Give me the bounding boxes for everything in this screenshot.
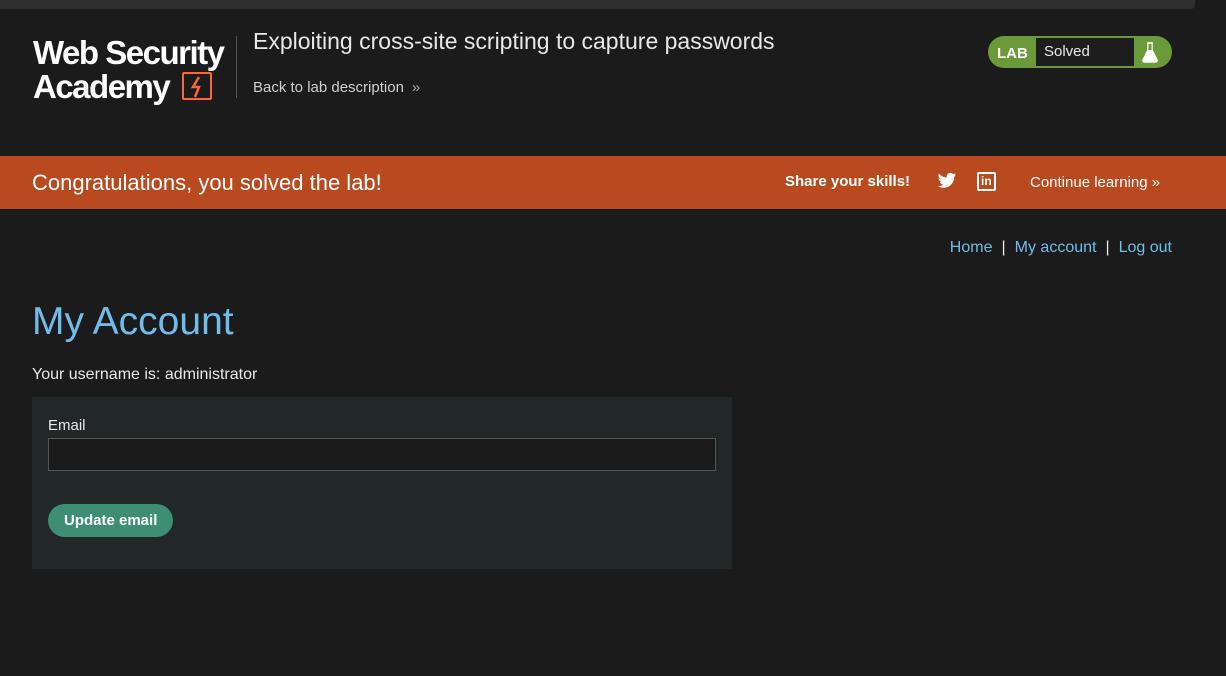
- email-input[interactable]: [48, 438, 716, 471]
- lab-title: Exploiting cross-site scripting to captu…: [253, 28, 775, 54]
- logo-text-line1: Web Security: [33, 34, 225, 71]
- account-nav: Home | My account | Log out: [950, 239, 1172, 257]
- username-prefix: Your username is:: [32, 366, 165, 383]
- lab-status-value: Solved: [1036, 38, 1134, 66]
- change-email-form: Email Update email: [32, 397, 732, 569]
- username-line: Your username is: administrator: [32, 366, 257, 384]
- solved-banner: Congratulations, you solved the lab! Sha…: [0, 156, 1226, 209]
- share-skills-label: Share your skills!: [785, 173, 911, 190]
- twitter-icon[interactable]: [937, 172, 957, 195]
- lab-status-badge: LAB Solved: [988, 36, 1172, 68]
- lab-header: Web Security Academy Exploiting cross-si…: [0, 12, 1226, 156]
- browser-top-strip: [0, 0, 1226, 12]
- double-chevron-right-icon: »: [411, 79, 421, 96]
- linkedin-glyph: in: [981, 174, 992, 188]
- double-chevron-right-icon: »: [1151, 174, 1161, 191]
- page-title: My Account: [32, 300, 234, 343]
- continue-learning-link[interactable]: Continue learning »: [1030, 174, 1160, 191]
- nav-my-account-link[interactable]: My account: [1015, 239, 1097, 256]
- linkedin-icon[interactable]: in: [977, 172, 996, 191]
- update-email-button[interactable]: Update email: [48, 504, 174, 537]
- username-value: administrator: [164, 366, 258, 383]
- back-to-lab-description-link[interactable]: Back to lab description »: [253, 79, 420, 96]
- nav-home-link[interactable]: Home: [950, 239, 993, 256]
- scrollbar-strip: [0, 0, 1195, 9]
- lab-status-tag: LAB: [997, 45, 1028, 62]
- logo-text-line2: Academy: [33, 68, 171, 105]
- nav-separator: |: [1001, 239, 1006, 256]
- nav-log-out-link[interactable]: Log out: [1119, 239, 1172, 256]
- flask-icon: [1140, 41, 1160, 68]
- logo-bolt-icon: [182, 72, 212, 100]
- email-label: Email: [48, 417, 86, 434]
- header-divider: [236, 36, 237, 98]
- back-link-label: Back to lab description: [253, 79, 404, 96]
- web-security-academy-logo[interactable]: Web Security Academy: [33, 36, 233, 108]
- congratulations-message: Congratulations, you solved the lab!: [32, 170, 382, 195]
- continue-learning-label: Continue learning: [1030, 174, 1148, 191]
- nav-separator: |: [1105, 239, 1110, 256]
